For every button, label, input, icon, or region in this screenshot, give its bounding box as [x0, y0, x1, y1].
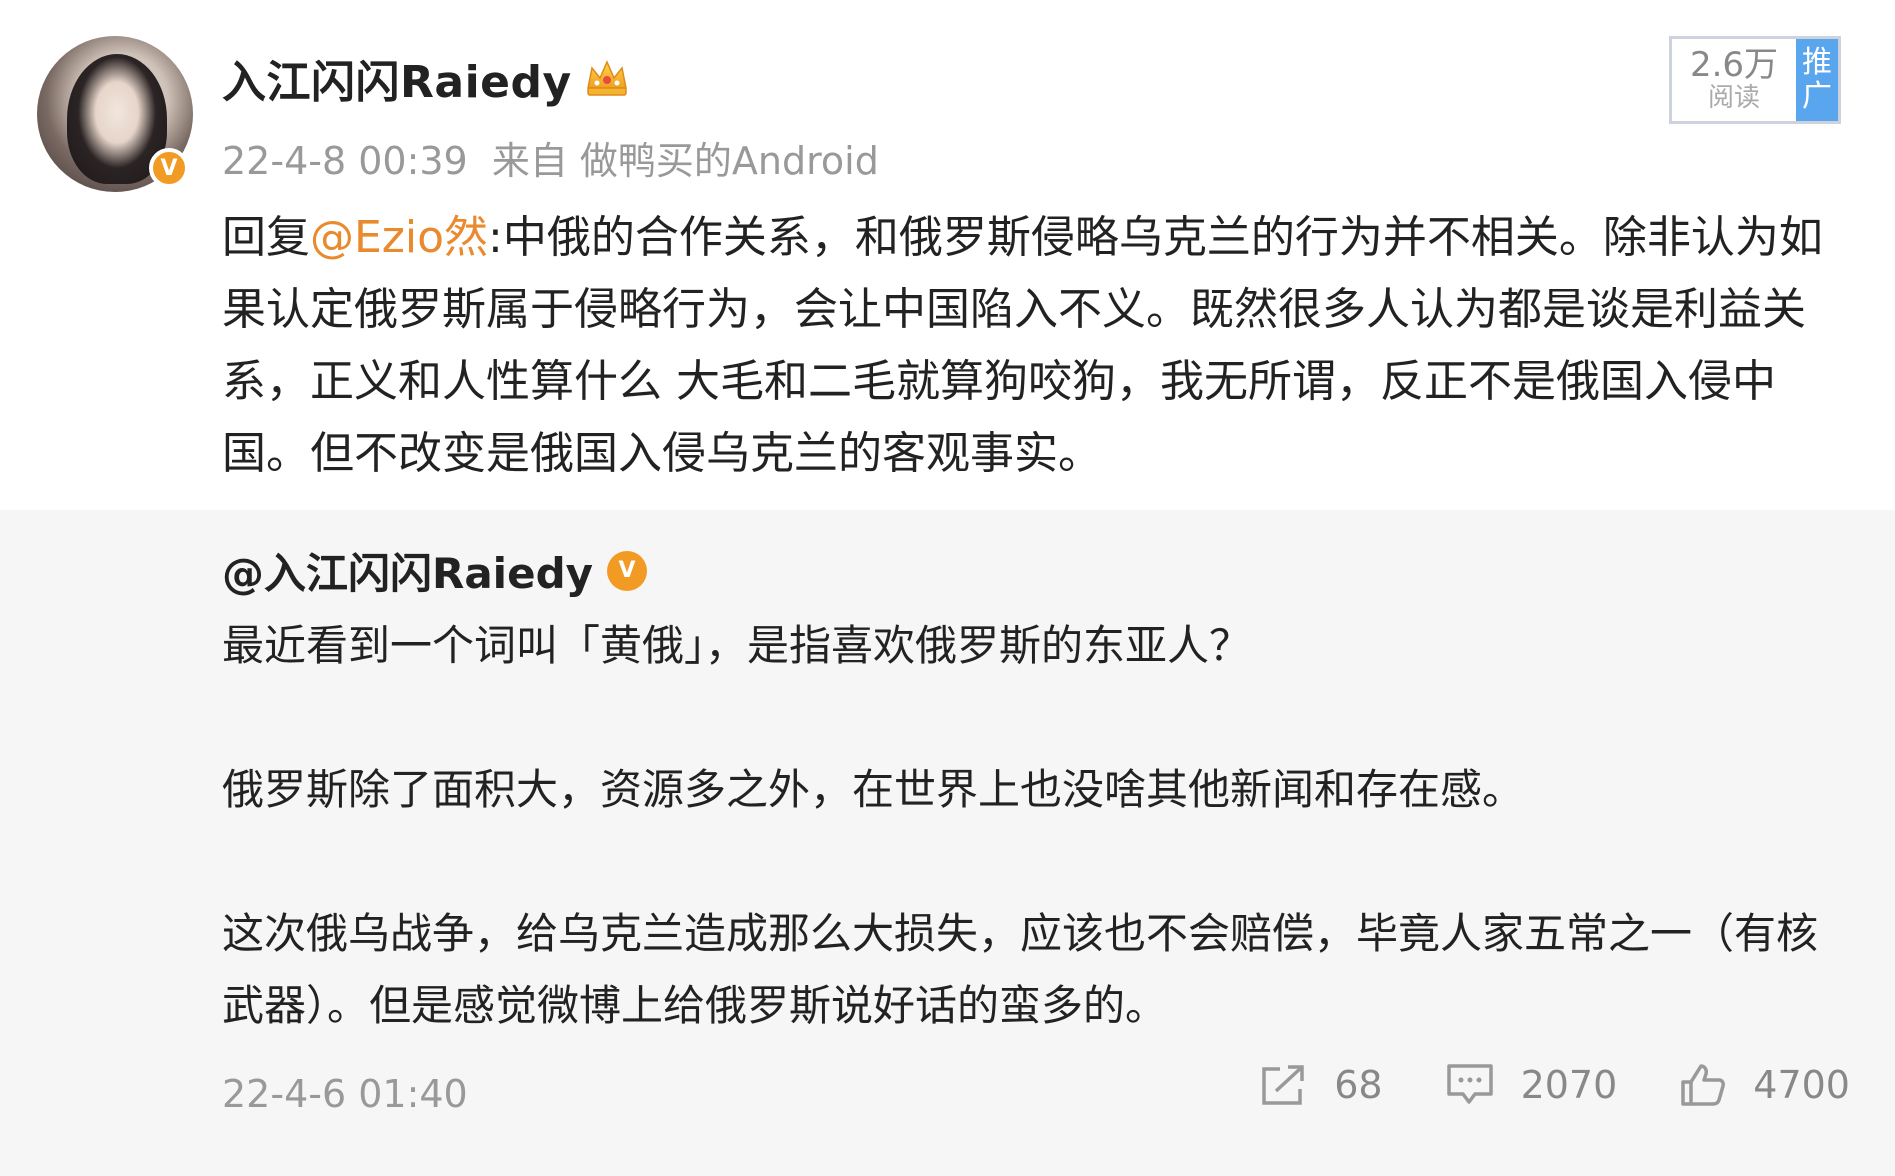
verified-badge-icon: V — [607, 550, 648, 591]
verified-badge-icon: V — [149, 148, 189, 188]
reply-prefix: 回复 — [222, 212, 310, 263]
like-count: 4700 — [1753, 1063, 1850, 1107]
reply-mention[interactable]: @Ezio然 — [310, 212, 488, 263]
comment-count: 2070 — [1520, 1063, 1618, 1107]
post-source: 来自 做鸭买的Android — [491, 139, 879, 183]
read-count-label: 阅读 — [1707, 83, 1760, 113]
crown-icon — [586, 60, 627, 96]
comment-button[interactable]: 2070 — [1445, 1062, 1618, 1108]
promote-label-1: 推 — [1802, 45, 1832, 80]
action-bar: 68 2070 4700 — [1196, 1062, 1850, 1108]
quoted-paragraph: 俄罗斯除了面积大，资源多之外，在世界上也没啥其他新闻和存在感。 — [222, 765, 1525, 814]
repost-button[interactable]: 68 — [1258, 1063, 1383, 1107]
read-count-box[interactable]: 2.6万 阅读 推 广 — [1669, 36, 1841, 124]
author-name-text[interactable]: 入江闪闪Raiedy — [222, 46, 572, 110]
avatar[interactable]: V — [37, 36, 193, 192]
quoted-author[interactable]: @入江闪闪Raiedy V — [222, 540, 648, 601]
read-count-value: 2.6万 — [1689, 45, 1779, 85]
quoted-post[interactable]: @入江闪闪Raiedy V 最近看到一个词叫「黄俄」，是指喜欢俄罗斯的东亚人？ … — [0, 510, 1895, 1176]
comment-icon — [1446, 1064, 1493, 1104]
post-meta: 22-4-8 00:39 来自 做鸭买的Android — [222, 130, 879, 185]
promote-button[interactable]: 推 广 — [1796, 39, 1838, 121]
author-name[interactable]: 入江闪闪Raiedy — [222, 46, 630, 110]
like-button[interactable]: 4700 — [1679, 1062, 1850, 1108]
quoted-paragraph: 最近看到一个词叫「黄俄」，是指喜欢俄罗斯的东亚人？ — [222, 621, 1252, 670]
repost-count: 68 — [1334, 1063, 1383, 1107]
reply-text: 回复@Ezio然:中俄的合作关系，和俄罗斯侵略乌克兰的行为并不相关。除非认为如果… — [222, 202, 1852, 490]
post-date[interactable]: 22-4-8 00:39 — [222, 139, 468, 183]
repost-icon — [1262, 1065, 1304, 1105]
thumbs-up-icon — [1681, 1064, 1726, 1106]
promote-label-2: 广 — [1802, 79, 1832, 114]
quoted-paragraph: 这次俄乌战争，给乌克兰造成那么大损失，应该也不会赔偿，毕竟人家五常之一（有核武器… — [222, 909, 1819, 1030]
quoted-date[interactable]: 22-4-6 01:40 — [222, 1072, 468, 1116]
read-count: 2.6万 阅读 — [1672, 39, 1796, 121]
quoted-author-name[interactable]: @入江闪闪Raiedy — [222, 540, 593, 601]
